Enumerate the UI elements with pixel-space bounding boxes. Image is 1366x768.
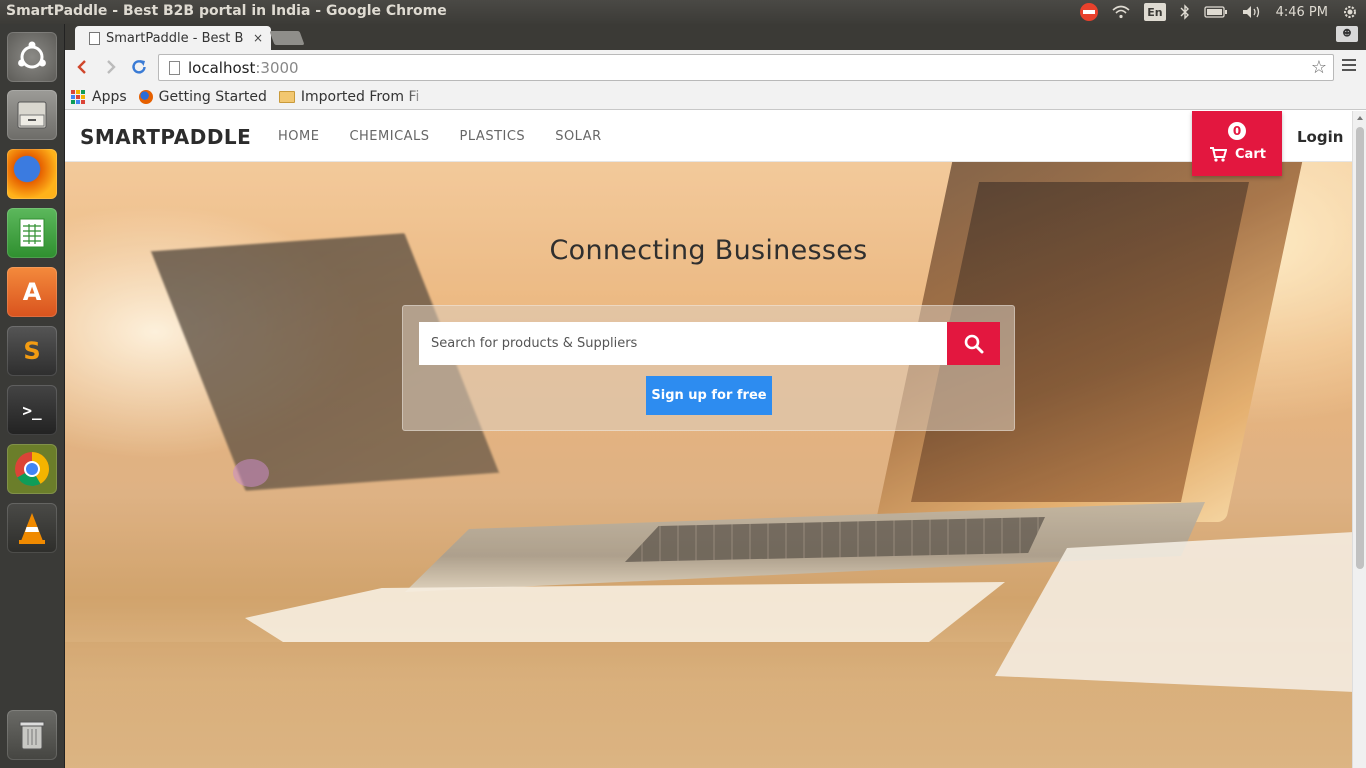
bluetooth-icon[interactable] <box>1180 3 1190 21</box>
firefox-icon[interactable] <box>7 149 57 199</box>
login-link[interactable]: Login <box>1297 128 1343 146</box>
signup-button[interactable]: Sign up for free <box>646 376 772 415</box>
cart-icon <box>1210 147 1227 162</box>
spreadsheet-icon[interactable] <box>7 208 57 258</box>
page-icon <box>89 31 100 45</box>
chrome-icon[interactable] <box>7 444 57 494</box>
firefox-icon <box>138 89 153 104</box>
gear-icon[interactable] <box>1342 3 1358 21</box>
wifi-icon[interactable] <box>1112 3 1130 21</box>
window-title: SmartPaddle - Best B2B portal in India -… <box>6 3 447 19</box>
apps-grid-icon <box>71 89 85 104</box>
tab-title: SmartPaddle - Best B <box>106 30 244 46</box>
nav-plastics[interactable]: PLASTICS <box>460 129 526 144</box>
file-cabinet-icon[interactable] <box>7 90 57 140</box>
bookmark-label: Apps <box>92 88 127 105</box>
forward-button[interactable] <box>100 56 122 78</box>
main-nav: HOME CHEMICALS PLASTICS SOLAR <box>278 129 602 144</box>
cart-count-badge: 0 <box>1228 122 1246 140</box>
browser-toolbar: localhost:3000 ☆ <box>65 50 1366 84</box>
system-tray: En 4:46 PM <box>1080 0 1358 24</box>
clock[interactable]: 4:46 PM <box>1276 5 1328 20</box>
ubuntu-logo-icon[interactable] <box>7 32 57 82</box>
nav-chemicals[interactable]: CHEMICALS <box>349 129 429 144</box>
profile-icon[interactable]: ☻ <box>1336 26 1358 42</box>
hero-title: Connecting Businesses <box>549 235 868 266</box>
close-icon[interactable]: × <box>249 31 267 45</box>
page-scrollbar[interactable] <box>1352 111 1366 768</box>
no-entry-icon[interactable] <box>1080 3 1099 21</box>
nav-solar[interactable]: SOLAR <box>555 129 601 144</box>
bookmarks-bar: Apps Getting Started Imported From Fi <box>65 84 1366 110</box>
page-viewport: SMARTPADDLE HOME CHEMICALS PLASTICS SOLA… <box>65 111 1352 768</box>
tab-smartpaddle[interactable]: SmartPaddle - Best B × <box>75 26 271 50</box>
scroll-up-arrow-icon[interactable] <box>1357 116 1363 120</box>
address-bar[interactable]: localhost:3000 ☆ <box>158 54 1334 81</box>
folder-icon <box>278 90 295 103</box>
reload-button[interactable] <box>128 56 150 78</box>
url-port: :3000 <box>255 58 299 77</box>
vlc-icon[interactable] <box>7 503 57 553</box>
bookmark-getting-started[interactable]: Getting Started <box>138 88 267 105</box>
new-tab-button[interactable] <box>269 31 305 45</box>
scrollbar-thumb[interactable] <box>1356 127 1364 569</box>
battery-icon[interactable] <box>1203 3 1228 21</box>
volume-icon[interactable] <box>1242 3 1262 21</box>
bookmark-star-icon[interactable]: ☆ <box>1311 57 1327 78</box>
nav-home[interactable]: HOME <box>278 129 319 144</box>
bookmark-imported[interactable]: Imported From Fi <box>278 88 431 105</box>
site-navbar: SMARTPADDLE HOME CHEMICALS PLASTICS SOLA… <box>65 111 1352 176</box>
app-launcher: A S >_ <box>0 24 65 768</box>
search-panel: Sign up for free <box>402 305 1015 431</box>
os-top-panel: SmartPaddle - Best B2B portal in India -… <box>0 0 1366 24</box>
browser-window: SmartPaddle - Best B × ☻ localhost:3000 … <box>65 24 1366 768</box>
site-logo[interactable]: SMARTPADDLE <box>80 125 251 149</box>
bookmark-apps[interactable]: Apps <box>71 89 127 105</box>
hero-section: Connecting Businesses Sign up for free <box>65 162 1352 768</box>
search-button[interactable] <box>947 322 1000 365</box>
chrome-menu-button[interactable] <box>1342 59 1356 74</box>
keyboard-layout-indicator[interactable]: En <box>1144 3 1166 21</box>
search-input[interactable] <box>419 322 947 365</box>
sublime-text-icon[interactable]: S <box>7 326 57 376</box>
trash-icon[interactable] <box>7 710 57 760</box>
back-button[interactable] <box>71 56 93 78</box>
url-host: localhost <box>188 58 256 77</box>
terminal-icon[interactable]: >_ <box>7 385 57 435</box>
bookmark-label: Imported From Fi <box>300 88 420 105</box>
page-icon <box>169 60 180 75</box>
bookmark-label: Getting Started <box>158 88 267 105</box>
cart-button[interactable]: 0 Cart <box>1192 111 1282 176</box>
cart-label: Cart <box>1235 147 1266 162</box>
tab-strip: SmartPaddle - Best B × ☻ <box>65 24 1366 50</box>
search-icon <box>964 334 983 353</box>
software-center-icon[interactable]: A <box>7 267 57 317</box>
